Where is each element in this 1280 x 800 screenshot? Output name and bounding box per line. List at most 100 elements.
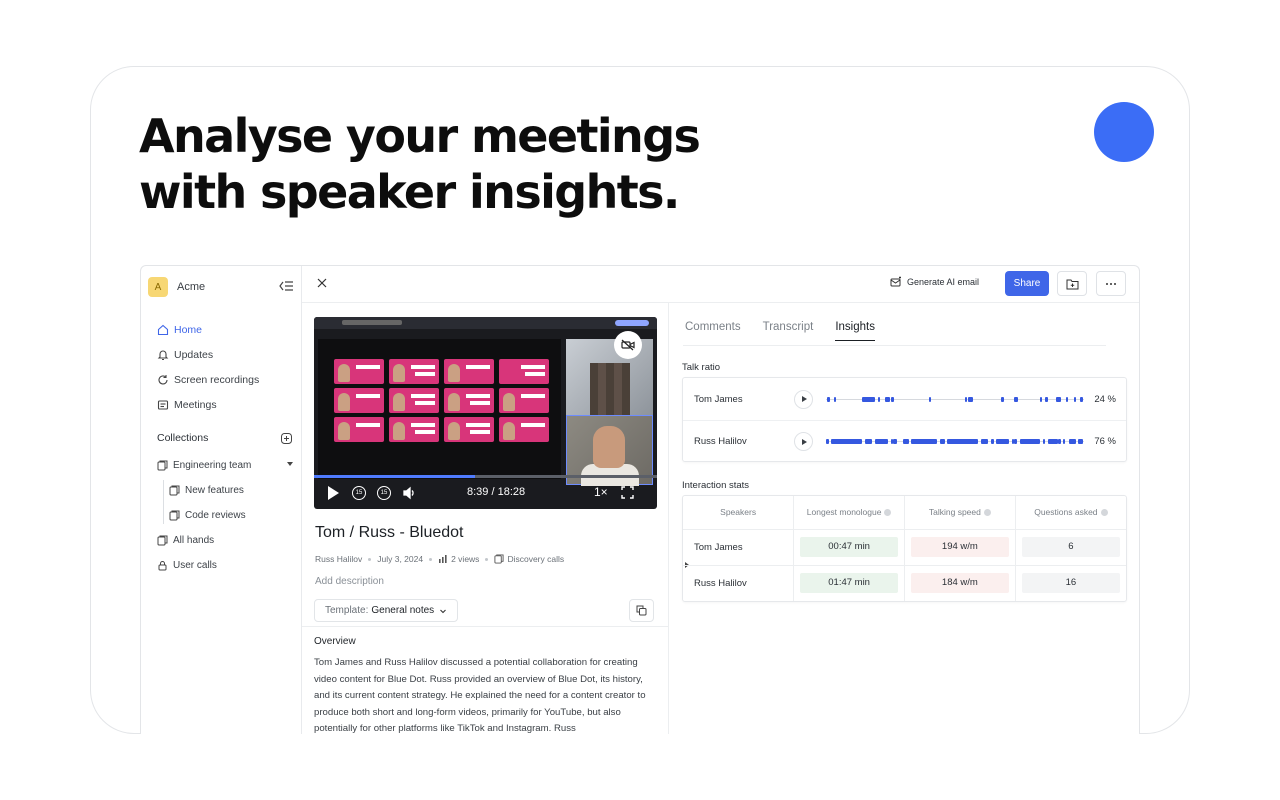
talk-segment: [1042, 439, 1046, 444]
recording-owner[interactable]: Russ Halilov: [315, 554, 362, 564]
tab-comments[interactable]: Comments: [685, 321, 741, 341]
template-select[interactable]: Template: General notes: [314, 599, 459, 622]
move-to-folder-button[interactable]: [1057, 271, 1087, 296]
talk-segment: [1014, 439, 1017, 444]
sidebar-item-updates[interactable]: Updates: [157, 342, 259, 367]
copy-icon: [636, 605, 647, 616]
chevron-down-icon[interactable]: [287, 462, 293, 466]
questions-asked-cell: 6: [1015, 528, 1126, 565]
recording-meta: Russ Halilov July 3, 2024 2 views Discov…: [315, 554, 564, 564]
info-icon[interactable]: [884, 509, 892, 517]
add-collection-icon[interactable]: [281, 432, 292, 444]
video-controls: 15 15 8:39 / 18:28 1×: [314, 480, 657, 506]
collection-new-features[interactable]: New features: [157, 478, 297, 503]
chevron-down-icon: [440, 609, 447, 613]
add-description-field[interactable]: Add description: [315, 576, 384, 587]
info-icon[interactable]: [983, 509, 991, 517]
hero-headline: Analyse your meetings with speaker insig…: [139, 108, 701, 220]
sidebar-item-home[interactable]: Home: [157, 317, 259, 342]
play-icon[interactable]: [328, 486, 339, 500]
play-speaker-button[interactable]: [794, 389, 813, 409]
talk-segment: [1040, 396, 1043, 402]
collection-user-calls[interactable]: User calls: [157, 553, 689, 578]
talk-segment: [965, 396, 968, 402]
recording-views[interactable]: 2 views: [451, 554, 479, 564]
talk-segment: [1019, 439, 1041, 444]
talk-segment: [911, 439, 937, 444]
bar-chart-icon: [439, 555, 447, 563]
talk-segment: [1077, 439, 1083, 444]
table-row: Tom James 00:47 min 194 w/m 6: [683, 528, 1126, 565]
talk-ratio-row: Tom James 24 %: [683, 378, 1126, 420]
workspace-avatar: A: [148, 277, 168, 297]
share-button[interactable]: Share: [1005, 271, 1049, 296]
talk-ratio-title: Talk ratio: [682, 362, 721, 373]
topbar: Generate AI email Share: [302, 266, 1139, 303]
skip-back-icon[interactable]: 15: [352, 486, 366, 500]
play-icon: [802, 438, 807, 445]
recording-collection[interactable]: Discovery calls: [507, 554, 564, 564]
recording-date: July 3, 2024: [377, 554, 424, 564]
playback-speed[interactable]: 1×: [594, 485, 608, 499]
talk-segment: [1073, 396, 1077, 402]
folder-icon: [157, 535, 168, 546]
questions-asked-cell: 16: [1015, 564, 1126, 601]
sidebar-item-meetings[interactable]: Meetings: [157, 392, 259, 417]
talk-segment: [1080, 396, 1084, 402]
fullscreen-icon[interactable]: [621, 486, 634, 499]
longest-monologue-cell: 00:47 min: [793, 528, 905, 565]
collection-engineering-team[interactable]: Engineering team: [157, 453, 297, 478]
info-icon[interactable]: [1100, 509, 1108, 517]
talk-segment: [1047, 439, 1059, 444]
sidebar-collapse-icon[interactable]: [278, 279, 294, 293]
sidebar-nav: Home Updates Screen recordings Meetings: [157, 317, 259, 417]
talk-segment: [1068, 439, 1077, 444]
tab-insights[interactable]: Insights: [835, 321, 875, 341]
talk-segment: [875, 439, 888, 444]
speaker-name: Russ Halilov: [683, 564, 795, 601]
collection-code-reviews[interactable]: Code reviews: [157, 503, 297, 528]
collections-list: Engineering team New features Code revie…: [157, 453, 689, 578]
video-progress-bar[interactable]: [314, 475, 657, 478]
folder-icon: [494, 554, 504, 564]
workspace-switcher[interactable]: A Acme: [148, 277, 205, 297]
play-speaker-button[interactable]: [794, 432, 813, 451]
generate-ai-email-button[interactable]: Generate AI email: [890, 276, 979, 288]
talk-segment: [1055, 396, 1061, 402]
folder-icon: [157, 460, 168, 471]
sidebar-item-screen-recordings[interactable]: Screen recordings: [157, 367, 259, 392]
collection-label: User calls: [173, 560, 217, 571]
talk-segment: [967, 396, 974, 402]
mail-sparkle-icon: [890, 276, 901, 287]
talk-segment: [827, 396, 830, 402]
copy-button[interactable]: [629, 599, 654, 622]
video-browser-bar: [314, 317, 657, 329]
talk-timeline[interactable]: [826, 439, 1084, 444]
close-icon[interactable]: [316, 277, 328, 289]
talk-segment: [1014, 396, 1019, 402]
play-icon: [802, 396, 807, 402]
sidebar-item-label: Updates: [174, 348, 214, 361]
talk-segment: [833, 396, 837, 402]
recording-title: Tom / Russ - Bluedot: [315, 524, 464, 541]
collection-all-hands[interactable]: All hands: [157, 528, 297, 553]
template-value: General notes: [371, 605, 435, 616]
skip-forward-icon[interactable]: 15: [377, 486, 391, 500]
camera-off-icon[interactable]: [614, 331, 642, 359]
column-header: Speakers: [683, 496, 795, 530]
collection-label: Engineering team: [173, 460, 252, 471]
column-header: Talking speed: [904, 496, 1016, 530]
meetings-icon: [157, 399, 169, 410]
bell-icon: [157, 350, 169, 360]
tab-transcript[interactable]: Transcript: [763, 321, 814, 341]
talk-segment: [980, 439, 988, 444]
insights-pane: Comments Transcript Insights Talk ratio …: [669, 303, 1139, 734]
more-options-button[interactable]: [1096, 271, 1126, 296]
interaction-stats-table: Speakers Longest monologue Talking speed…: [682, 495, 1127, 602]
volume-icon[interactable]: [402, 486, 416, 500]
talk-timeline[interactable]: [826, 396, 1084, 402]
refresh-icon: [158, 374, 168, 384]
collection-label: New features: [185, 485, 244, 496]
video-player[interactable]: 15 15 8:39 / 18:28 1×: [314, 317, 657, 509]
talk-segment: [890, 396, 895, 402]
